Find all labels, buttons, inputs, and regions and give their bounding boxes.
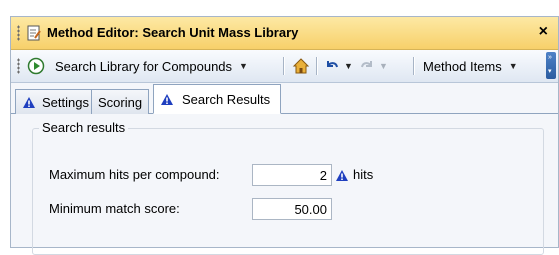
redo-icon <box>361 61 372 68</box>
toolbar-grip-icon[interactable] <box>17 58 20 74</box>
window-title: Method Editor: Search Unit Mass Library <box>47 25 299 40</box>
undo-dropdown-arrow-icon[interactable]: ▼ <box>344 61 353 71</box>
method-items-label: Method Items <box>423 58 502 74</box>
tab-strip: Settings Scoring Search Results <box>11 83 558 114</box>
toolbar-overflow-button[interactable]: » ▾ <box>546 52 556 79</box>
search-results-panel: Search results Maximum hits per compound… <box>11 114 558 255</box>
undo-icon <box>327 61 338 68</box>
undo-button[interactable]: ▼ <box>324 56 353 76</box>
redo-dropdown-arrow-icon[interactable]: ▼ <box>379 61 388 71</box>
toolbar-separator <box>316 57 318 75</box>
warning-triangle-icon <box>161 93 173 105</box>
tab-search-results[interactable]: Search Results <box>153 84 282 114</box>
warning-triangle-icon <box>23 96 35 108</box>
title-bar[interactable]: Method Editor: Search Unit Mass Library … <box>11 17 558 50</box>
search-results-group: Search results Maximum hits per compound… <box>32 120 544 255</box>
group-title: Search results <box>39 120 129 135</box>
search-library-label: Search Library for Compounds <box>55 58 233 74</box>
tab-settings-label: Settings <box>42 94 89 110</box>
home-icon <box>292 58 310 74</box>
tab-scoring[interactable]: Scoring <box>91 89 150 114</box>
toolbar-separator <box>283 57 285 75</box>
method-editor-window: Method Editor: Search Unit Mass Library … <box>10 16 559 255</box>
dropdown-arrow-icon[interactable]: ▼ <box>509 61 518 71</box>
tab-settings[interactable]: Settings <box>15 89 96 114</box>
redo-button[interactable]: ▼ <box>359 56 388 76</box>
edit-document-icon <box>27 25 41 41</box>
warning-triangle-icon <box>336 170 348 181</box>
dropdown-arrow-icon[interactable]: ▼ <box>239 61 248 71</box>
close-button[interactable]: × <box>539 23 548 41</box>
min-score-input[interactable] <box>252 198 332 220</box>
toolbar-separator <box>413 57 415 75</box>
tab-search-results-label: Search Results <box>182 91 271 107</box>
drag-grip-icon[interactable] <box>17 25 20 41</box>
home-button[interactable] <box>292 56 310 76</box>
max-hits-units: hits <box>353 167 374 182</box>
toolbar: Search Library for Compounds ▼ ▼ ▼ Metho… <box>11 50 558 83</box>
search-library-button[interactable]: Search Library for Compounds ▼ <box>27 56 248 76</box>
tab-scoring-label: Scoring <box>98 94 143 110</box>
max-hits-label: Maximum hits per compound: <box>49 167 220 182</box>
method-items-button[interactable]: Method Items ▼ <box>423 56 518 76</box>
play-circle-icon <box>27 57 45 75</box>
max-hits-input[interactable] <box>252 164 332 186</box>
min-score-label: Minimum match score: <box>49 201 180 216</box>
